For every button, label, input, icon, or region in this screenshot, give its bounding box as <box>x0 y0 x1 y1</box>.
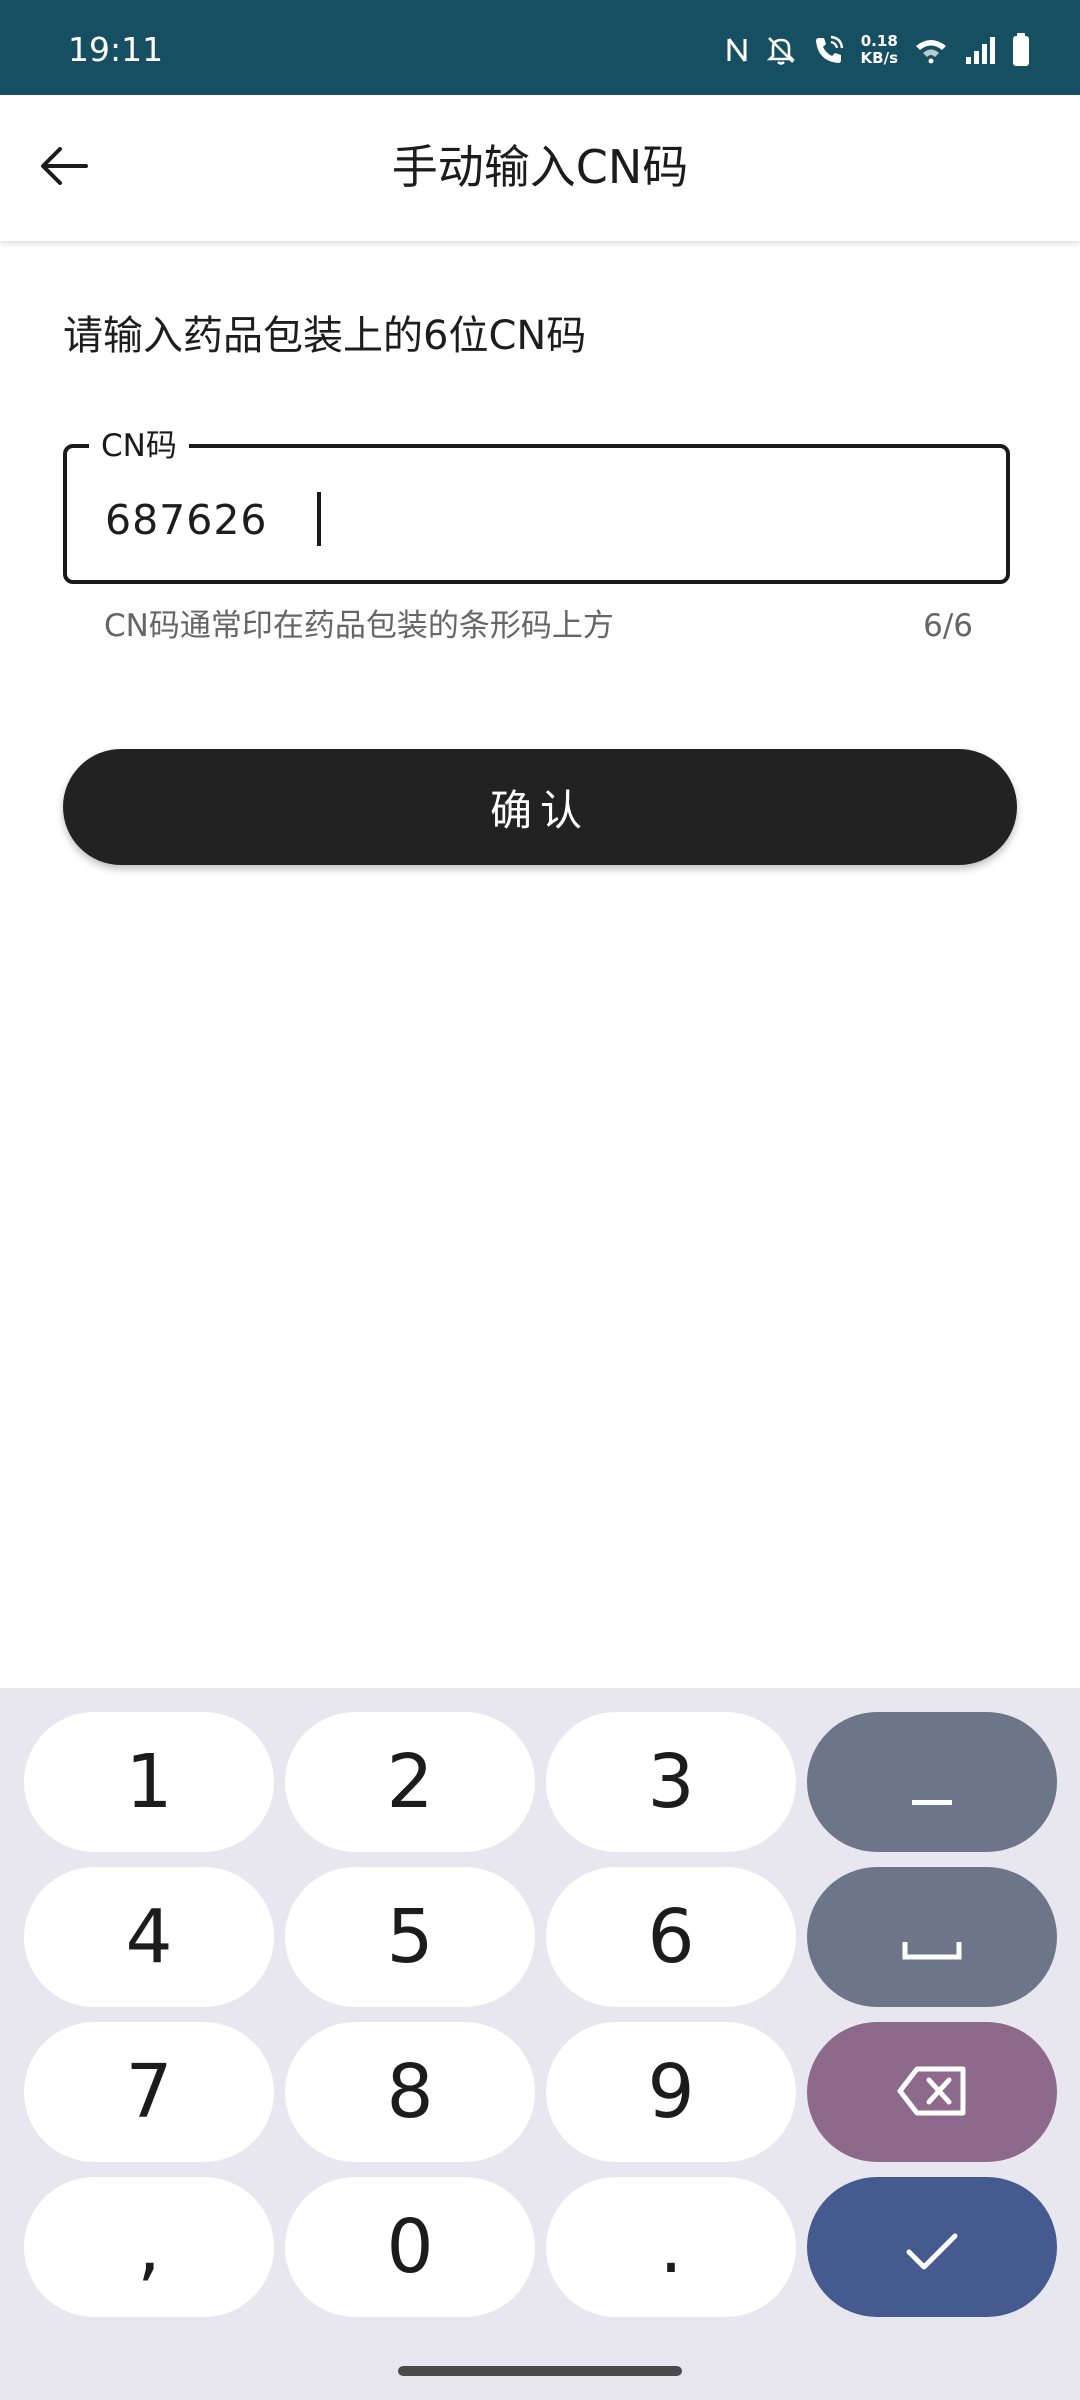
key-8[interactable]: 8 <box>285 2022 535 2162</box>
key-6[interactable]: 6 <box>546 1867 796 2007</box>
key-5[interactable]: 5 <box>285 1867 535 2007</box>
done-key[interactable] <box>807 2177 1057 2317</box>
character-counter: 6/6 <box>923 608 973 644</box>
home-indicator[interactable] <box>398 2366 682 2376</box>
net-speed: 0.18 KB/s <box>861 33 898 67</box>
key-0[interactable]: 0 <box>285 2177 535 2317</box>
phone-wifi-call-icon <box>813 34 845 66</box>
battery-icon <box>1012 33 1030 67</box>
app-bar: 手动输入CN码 <box>0 95 1080 241</box>
page-title: 手动输入CN码 <box>391 140 689 194</box>
key-comma[interactable]: , <box>24 2177 274 2317</box>
status-bar: 19:11 0.18 KB/s <box>0 0 1080 95</box>
key-period[interactable]: . <box>546 2177 796 2317</box>
status-icons: 0.18 KB/s <box>725 30 1030 70</box>
net-speed-unit: KB/s <box>860 49 898 67</box>
key-1[interactable]: 1 <box>24 1712 274 1852</box>
key-7[interactable]: 7 <box>24 2022 274 2162</box>
minus-key[interactable] <box>807 1712 1057 1852</box>
key-3[interactable]: 3 <box>546 1712 796 1852</box>
minus-icon <box>912 1739 952 1825</box>
backspace-key[interactable] <box>807 2022 1057 2162</box>
cn-code-field-label: CN码 <box>89 426 189 466</box>
helper-text: CN码通常印在药品包装的条形码上方 <box>104 608 614 644</box>
text-cursor <box>317 492 321 546</box>
bell-off-icon <box>765 34 797 66</box>
wifi-icon <box>914 36 948 64</box>
numeric-keyboard: 1 2 3 4 5 6 7 8 9 , 0 . <box>0 1688 1080 2400</box>
signal-icon <box>964 35 996 65</box>
net-speed-value: 0.18 <box>860 32 898 50</box>
confirm-button[interactable]: 确认 <box>63 749 1017 865</box>
key-4[interactable]: 4 <box>24 1867 274 2007</box>
status-time: 19:11 <box>68 30 164 69</box>
nfc-icon <box>725 35 749 65</box>
space-key[interactable] <box>807 1867 1057 2007</box>
key-9[interactable]: 9 <box>546 2022 796 2162</box>
backspace-icon <box>897 2049 967 2135</box>
space-icon <box>902 1894 962 1980</box>
check-icon <box>905 2204 959 2290</box>
key-2[interactable]: 2 <box>285 1712 535 1852</box>
cn-code-input[interactable] <box>105 492 976 548</box>
instruction-text: 请输入药品包装上的6位CN码 <box>63 313 587 359</box>
cn-code-field[interactable]: CN码 <box>63 426 1010 584</box>
